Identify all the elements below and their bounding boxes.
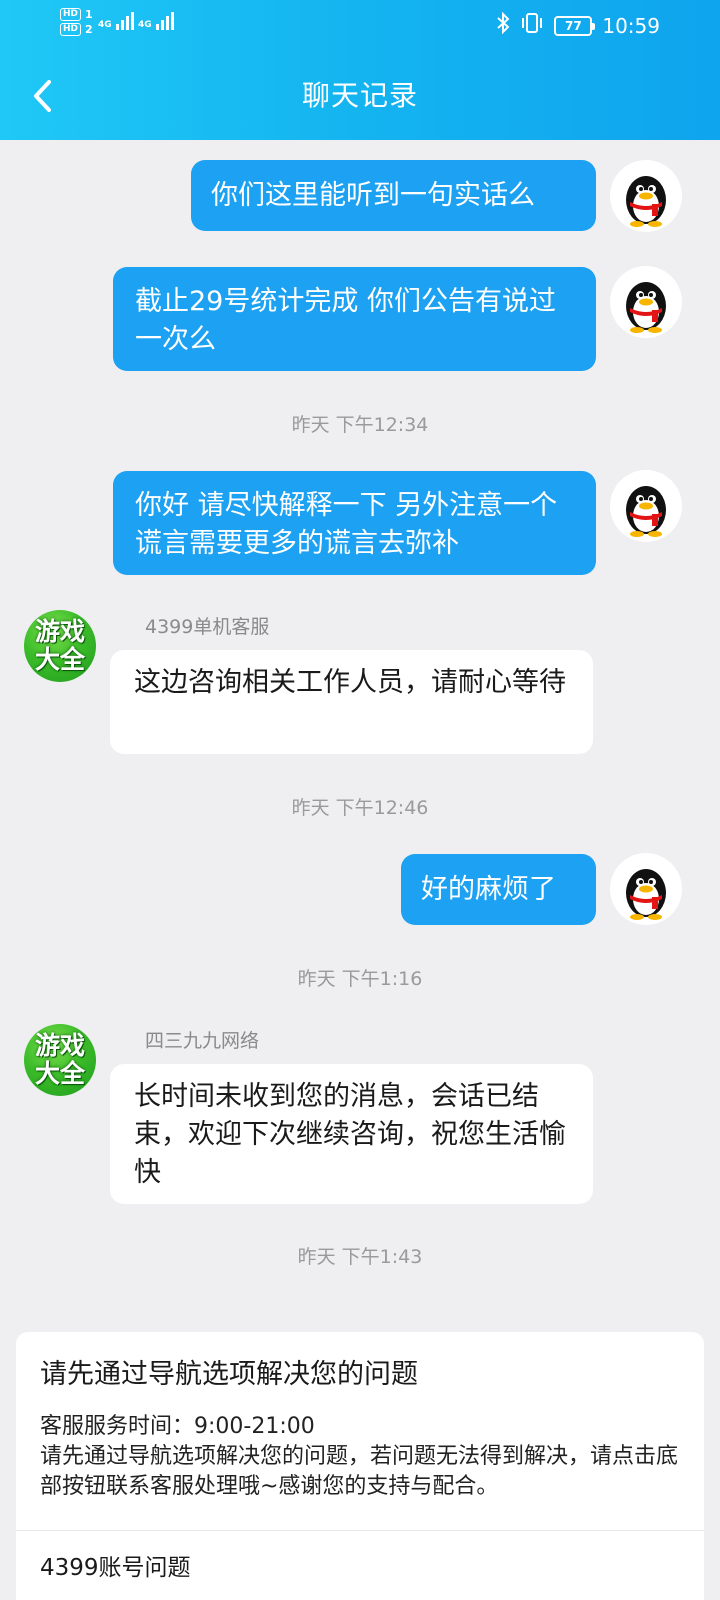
penguin-icon xyxy=(626,869,666,920)
sim-indicators: HD 1 HD 2 xyxy=(60,8,93,36)
clock: 10:59 xyxy=(602,13,660,38)
status-bar: HD 1 HD 2 4G 4G 77 10:59 xyxy=(0,0,720,56)
message-bubble-outgoing[interactable]: 好的麻烦了 xyxy=(401,854,596,925)
battery-icon: 77 xyxy=(554,15,596,36)
penguin-icon xyxy=(626,282,666,333)
card-title: 请先通过导航选项解决您的问题 xyxy=(40,1359,418,1390)
vibrate-icon xyxy=(520,12,544,39)
header: HD 1 HD 2 4G 4G 77 10:59 聊天记录 xyxy=(0,0,720,140)
card-body: 请先通过导航选项解决您的问题，若问题无法得到解决，请点击底部按钮联系客服处理哦~… xyxy=(40,1444,679,1499)
timestamp: 昨天 下午1:16 xyxy=(297,968,423,990)
hd-badge-1: HD xyxy=(60,8,82,21)
status-right: 77 10:59 xyxy=(496,11,660,39)
penguin-icon xyxy=(626,486,666,537)
signal-icon-1: 4G xyxy=(98,12,134,30)
sender-name: 四三九九网络 xyxy=(145,1030,260,1052)
message-bubble-incoming[interactable]: 长时间未收到您的消息，会话已结束，欢迎下次继续咨询，祝您生活愉快 xyxy=(110,1064,593,1204)
card-description: 客服服务时间：9:00-21:00 请先通过导航选项解决您的问题，若问题无法得到… xyxy=(40,1412,690,1502)
signal-icon-2: 4G xyxy=(138,12,174,30)
timestamp: 昨天 下午12:34 xyxy=(291,414,429,436)
service-avatar[interactable]: 游戏 大全 xyxy=(24,1024,96,1096)
hd-badge-2: HD xyxy=(60,23,82,36)
help-card: 请先通过导航选项解决您的问题 客服服务时间：9:00-21:00 请先通过导航选… xyxy=(16,1332,704,1600)
message-bubble-outgoing[interactable]: 你们这里能听到一句实话么 xyxy=(191,160,596,231)
message-bubble-outgoing[interactable]: 你好 请尽快解释一下 另外注意一个谎言需要更多的谎言去弥补 xyxy=(113,471,596,575)
timestamp: 昨天 下午1:43 xyxy=(297,1246,423,1268)
penguin-icon xyxy=(626,176,666,227)
divider xyxy=(16,1530,704,1531)
user-avatar[interactable] xyxy=(610,160,682,232)
service-hours: 客服服务时间：9:00-21:00 xyxy=(40,1414,315,1439)
page-title: 聊天记录 xyxy=(301,79,418,112)
user-avatar[interactable] xyxy=(610,266,682,338)
message-bubble-outgoing[interactable]: 截止29号统计完成 你们公告有说过一次么 xyxy=(113,267,596,371)
timestamp: 昨天 下午12:46 xyxy=(291,797,429,819)
sender-name: 4399单机客服 xyxy=(145,616,270,638)
user-avatar[interactable] xyxy=(610,470,682,542)
user-avatar[interactable] xyxy=(610,853,682,925)
message-bubble-incoming[interactable]: 这边咨询相关工作人员，请耐心等待 xyxy=(110,650,593,754)
bluetooth-icon xyxy=(496,11,510,39)
faq-item-account[interactable]: 4399账号问题 xyxy=(40,1548,191,1582)
service-avatar[interactable]: 游戏 大全 xyxy=(24,610,96,682)
